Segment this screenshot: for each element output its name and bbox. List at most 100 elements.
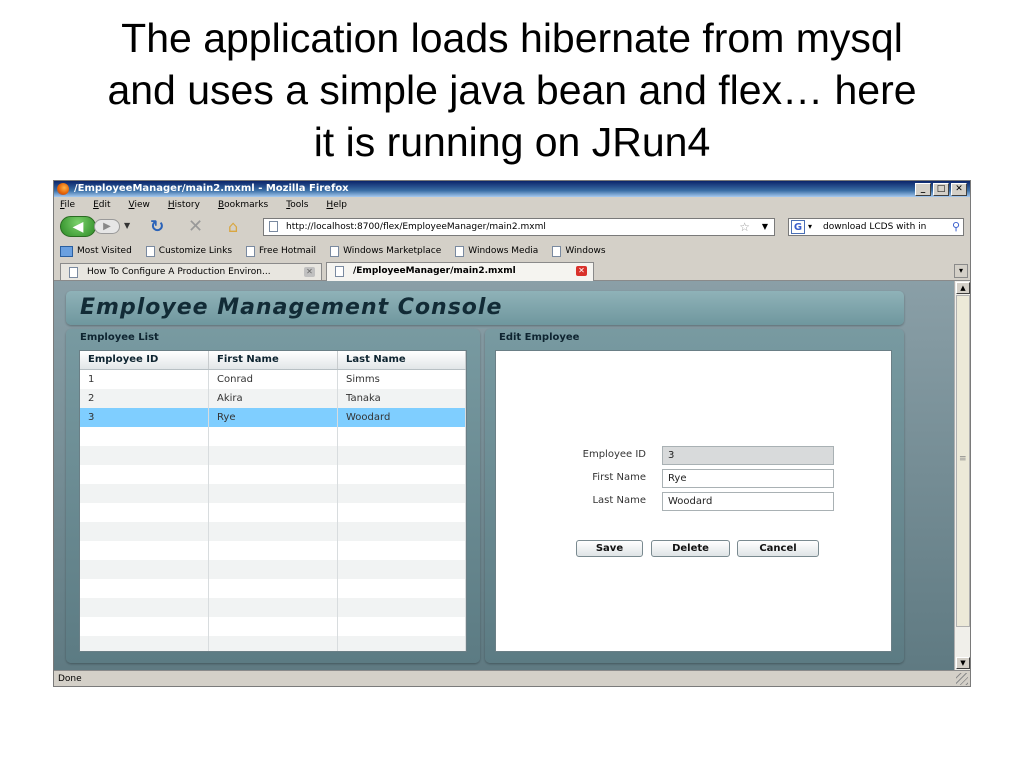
menu-history[interactable]: History	[168, 198, 200, 213]
tab-bar: How To Configure A Production Environ...…	[54, 261, 970, 281]
maximize-button[interactable]: □	[933, 183, 949, 196]
cell-employee-id: 2	[80, 389, 209, 408]
slide-title-line-2: and uses a simple java bean and flex… he…	[107, 67, 917, 113]
scroll-thumb[interactable]: ≡	[956, 295, 970, 627]
bookmark-most-visited[interactable]: Most Visited	[60, 243, 132, 259]
page-icon	[330, 245, 340, 257]
cell-employee-id: 3	[80, 408, 209, 427]
status-bar: Done	[54, 670, 970, 686]
reload-icon[interactable]: ↻	[150, 217, 164, 237]
cell-last-name: Simms	[338, 370, 466, 389]
menu-edit[interactable]: Edit	[93, 198, 110, 213]
employee-datagrid[interactable]: Employee ID First Name Last Name 1 Conra…	[79, 350, 467, 652]
bookmark-windows-marketplace[interactable]: Windows Marketplace	[330, 243, 441, 259]
history-dropdown-icon[interactable]: ▼	[124, 221, 130, 230]
page-icon	[335, 266, 344, 277]
first-name-label: First Name	[592, 472, 646, 483]
scroll-up-icon[interactable]: ▲	[956, 282, 970, 294]
search-text: download LCDS with in	[823, 222, 927, 232]
tab-close-icon[interactable]: ✕	[304, 267, 315, 277]
page-scrollbar[interactable]: ▲ ≡ ▼	[954, 281, 970, 670]
tab-employee-manager[interactable]: /EmployeeManager/main2.mxml ✕	[326, 262, 594, 281]
browser-window: /EmployeeManager/main2.mxml - Mozilla Fi…	[53, 180, 971, 687]
employee-id-field[interactable]: 3	[662, 446, 834, 465]
search-icon[interactable]: ⚲	[952, 219, 960, 235]
close-button[interactable]: ✕	[951, 183, 967, 196]
menu-bookmarks[interactable]: Bookmarks	[218, 198, 268, 213]
bookmark-label: Windows	[565, 246, 606, 256]
search-input[interactable]: G ▾ download LCDS with in ⚲	[788, 218, 964, 236]
back-button[interactable]: ◀	[60, 216, 96, 237]
cancel-button[interactable]: Cancel	[737, 540, 819, 557]
empty-row[interactable]	[80, 598, 466, 617]
empty-row[interactable]	[80, 465, 466, 484]
cell-employee-id: 1	[80, 370, 209, 389]
stop-icon[interactable]: ✕	[188, 216, 203, 237]
window-titlebar[interactable]: /EmployeeManager/main2.mxml - Mozilla Fi…	[54, 181, 970, 197]
menu-bar: File Edit View History Bookmarks Tools H…	[54, 198, 970, 213]
bookmark-customize-links[interactable]: Customize Links	[145, 243, 232, 259]
empty-row[interactable]	[80, 541, 466, 560]
back-arrow-icon: ◀	[72, 219, 84, 235]
datagrid-header: Employee ID First Name Last Name	[80, 351, 466, 370]
empty-row[interactable]	[80, 636, 466, 651]
bookmark-windows[interactable]: Windows	[552, 243, 606, 259]
bookmark-free-hotmail[interactable]: Free Hotmail	[246, 243, 316, 259]
column-header-employee-id[interactable]: Employee ID	[80, 351, 209, 369]
column-header-last-name[interactable]: Last Name	[338, 351, 466, 369]
save-button[interactable]: Save	[576, 540, 643, 557]
menu-tools[interactable]: Tools	[286, 198, 308, 213]
tab-configure-production[interactable]: How To Configure A Production Environ...…	[60, 263, 322, 280]
empty-row[interactable]	[80, 579, 466, 598]
last-name-label: Last Name	[592, 495, 646, 506]
empty-row[interactable]	[80, 617, 466, 636]
empty-row[interactable]	[80, 427, 466, 446]
bookmark-label: Free Hotmail	[259, 246, 317, 256]
navigation-toolbar: ◀ ▶ ▼ ↻ ✕ ⌂ http://localhost:8700/flex/E…	[54, 214, 970, 240]
window-title: /EmployeeManager/main2.mxml - Mozilla Fi…	[74, 183, 349, 194]
menu-file[interactable]: File	[60, 198, 75, 213]
status-text: Done	[58, 674, 82, 684]
page-icon	[69, 267, 78, 278]
employee-list-panel: Employee List Employee ID First Name Las…	[66, 329, 480, 663]
forward-button[interactable]: ▶	[94, 219, 120, 234]
empty-row[interactable]	[80, 522, 466, 541]
cell-first-name: Rye	[209, 408, 338, 427]
firefox-logo-icon	[57, 183, 69, 195]
edit-employee-form: Employee ID 3 First Name Rye Last Name W…	[495, 350, 892, 652]
google-icon[interactable]: G	[791, 220, 805, 234]
cell-first-name: Conrad	[209, 370, 338, 389]
first-name-field[interactable]: Rye	[662, 469, 834, 488]
scroll-down-icon[interactable]: ▼	[956, 657, 970, 669]
url-input[interactable]: http://localhost:8700/flex/EmployeeManag…	[263, 218, 775, 236]
home-icon[interactable]: ⌂	[228, 217, 238, 236]
cell-last-name: Tanaka	[338, 389, 466, 408]
table-row[interactable]: 2 Akira Tanaka	[80, 389, 466, 408]
cell-first-name: Akira	[209, 389, 338, 408]
column-header-first-name[interactable]: First Name	[209, 351, 338, 369]
empty-row[interactable]	[80, 446, 466, 465]
table-row[interactable]: 1 Conrad Simms	[80, 370, 466, 389]
menu-help[interactable]: Help	[326, 198, 347, 213]
empty-row[interactable]	[80, 560, 466, 579]
tab-list-dropdown-icon[interactable]: ▾	[954, 264, 968, 278]
tab-label: How To Configure A Production Environ...	[87, 267, 271, 277]
search-engine-dropdown-icon[interactable]: ▾	[808, 219, 812, 235]
edit-employee-panel: Edit Employee Employee ID 3 First Name R…	[485, 329, 904, 663]
minimize-button[interactable]: _	[915, 183, 931, 196]
menu-view[interactable]: View	[129, 198, 150, 213]
empty-row[interactable]	[80, 503, 466, 522]
last-name-field[interactable]: Woodard	[662, 492, 834, 511]
delete-button[interactable]: Delete	[651, 540, 730, 557]
url-dropdown-icon[interactable]: ▼	[762, 219, 768, 235]
cell-last-name: Woodard	[338, 408, 466, 427]
page-icon	[455, 245, 465, 257]
table-row-selected[interactable]: 3 Rye Woodard	[80, 408, 466, 427]
bookmark-windows-media[interactable]: Windows Media	[455, 243, 538, 259]
page-icon	[269, 221, 278, 232]
tab-close-icon[interactable]: ✕	[576, 266, 587, 276]
bookmark-label: Windows Marketplace	[343, 246, 442, 256]
empty-row[interactable]	[80, 484, 466, 503]
bookmark-star-icon[interactable]: ☆	[739, 219, 750, 235]
resize-grip-icon[interactable]	[956, 673, 968, 685]
